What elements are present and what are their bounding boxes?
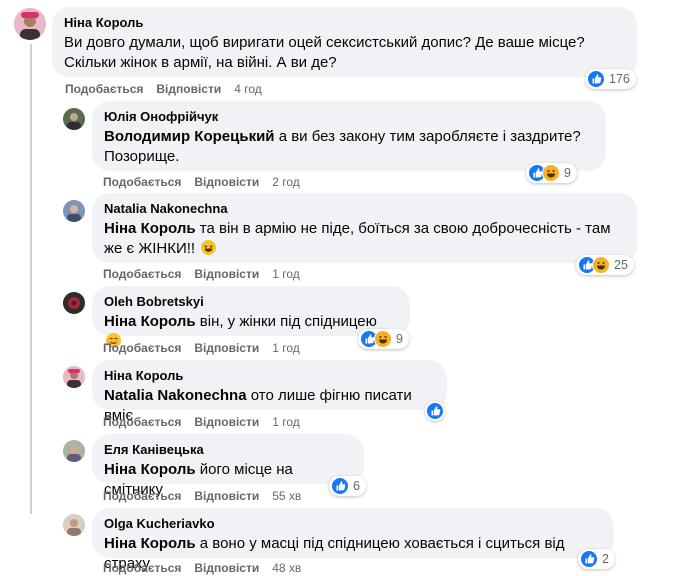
avatar[interactable] xyxy=(63,514,85,536)
comment-author[interactable]: Ніна Король xyxy=(104,368,435,384)
avatar[interactable] xyxy=(63,292,85,314)
reaction-count: 9 xyxy=(564,166,571,180)
comment-bubble: Oleh Bobretskyi Ніна Король він, у жінки… xyxy=(92,286,410,348)
avatar[interactable] xyxy=(14,8,46,40)
comment-text-line: Позорище. xyxy=(104,148,180,165)
comment-timestamp[interactable]: 55 хв xyxy=(272,488,301,504)
comment-bubble: Ніна Король Ви довго думали, щоб виригат… xyxy=(52,7,637,77)
comment-actions: Подобається Відповісти 1 год xyxy=(103,266,313,282)
avatar-image-icon xyxy=(63,366,85,388)
mention-link[interactable]: Ніна Король xyxy=(104,313,196,330)
comment-author[interactable]: Еля Канівецька xyxy=(104,442,352,458)
like-button[interactable]: Подобається xyxy=(65,81,143,97)
mention-link[interactable]: Ніна Король xyxy=(104,220,196,237)
reactions-badge[interactable]: 9 xyxy=(358,329,409,349)
avatar-image-icon xyxy=(63,292,85,314)
reactions-badge[interactable]: 6 xyxy=(329,476,366,496)
like-button[interactable]: Подобається xyxy=(103,560,181,576)
avatar-image-icon xyxy=(63,440,85,462)
reply-button[interactable]: Відповісти xyxy=(194,414,259,430)
comment-timestamp[interactable]: 2 год xyxy=(272,174,300,190)
like-button[interactable]: Подобається xyxy=(103,414,181,430)
laughing-emoji-icon xyxy=(201,240,217,255)
like-reaction-icon xyxy=(580,550,598,568)
avatar-image-icon xyxy=(14,8,46,40)
comment-text-line: Ніна Король та він в армію не піде, боїт… xyxy=(104,220,611,237)
comment-author[interactable]: Olga Kucheriavko xyxy=(104,516,602,532)
comment-timestamp[interactable]: 1 год xyxy=(272,266,300,282)
avatar-image-icon xyxy=(63,514,85,536)
comment-actions: Подобається Відповісти 2 год xyxy=(103,174,313,190)
comment-author[interactable]: Oleh Bobretskyi xyxy=(104,294,398,310)
comment-actions: Подобається Відповісти 1 год xyxy=(103,340,313,356)
like-button[interactable]: Подобається xyxy=(103,174,181,190)
like-button[interactable]: Подобається xyxy=(103,340,181,356)
avatar-image-icon xyxy=(63,108,85,130)
comment-text: Ніна Король та він в армію не піде, боїт… xyxy=(104,219,625,259)
reactions-badge[interactable] xyxy=(425,401,445,421)
reaction-count: 2 xyxy=(602,552,609,566)
comment-actions: Подобається Відповісти 48 хв xyxy=(103,560,314,576)
avatar[interactable] xyxy=(63,200,85,222)
avatar[interactable] xyxy=(63,108,85,130)
reply-button[interactable]: Відповісти xyxy=(194,560,259,576)
avatar[interactable] xyxy=(63,366,85,388)
comment-timestamp[interactable]: 1 год xyxy=(272,340,300,356)
comment-text: Ви довго думали, щоб виригати оцей секси… xyxy=(64,33,625,73)
reaction-count: 9 xyxy=(396,332,403,346)
mention-link[interactable]: Володимир Корецький xyxy=(104,128,275,145)
reply-button[interactable]: Відповісти xyxy=(156,81,221,97)
comment-bubble: Еля Канівецька Ніна Король його місце на… xyxy=(92,434,364,498)
comment-text-line: Володимир Корецький а ви без закону тим … xyxy=(104,128,581,145)
haha-reaction-icon xyxy=(592,256,610,274)
comment-actions: Подобається Відповісти 4 год xyxy=(65,81,275,97)
comment-text: Володимир Корецький а ви без закону тим … xyxy=(104,127,594,167)
reaction-count: 25 xyxy=(614,258,628,272)
comment-bubble: Юлія Онофрійчук Володимир Корецький а ви… xyxy=(92,101,606,171)
comment-bubble: Natalia Nakonechna Ніна Король та він в … xyxy=(92,193,637,263)
comment-text-line: Скільки жінок в армії, на війні. А ви де… xyxy=(64,54,337,71)
comment-actions: Подобається Відповісти 1 год xyxy=(103,414,313,430)
mention-link[interactable]: Ніна Король xyxy=(104,461,196,478)
like-button[interactable]: Подобається xyxy=(103,488,181,504)
comment-bubble: Ніна Король Natalia Nakonechna ото лише … xyxy=(92,360,447,424)
avatar-image-icon xyxy=(63,200,85,222)
reactions-badge[interactable]: 2 xyxy=(578,549,615,569)
comment-author[interactable]: Юлія Онофрійчук xyxy=(104,109,594,125)
comment-actions: Подобається Відповісти 55 хв xyxy=(103,488,314,504)
like-reaction-icon xyxy=(426,402,444,420)
comment-bubble: Olga Kucheriavko Ніна Король а воно у ма… xyxy=(92,508,614,572)
comment-text-line: же є ЖІНКИ!! xyxy=(104,239,625,259)
comment-timestamp[interactable]: 48 хв xyxy=(272,560,301,576)
reply-button[interactable]: Відповісти xyxy=(194,174,259,190)
comment-timestamp[interactable]: 1 год xyxy=(272,414,300,430)
haha-reaction-icon xyxy=(542,164,560,182)
haha-reaction-icon xyxy=(374,330,392,348)
reactions-badge[interactable]: 25 xyxy=(576,255,634,275)
reaction-count: 176 xyxy=(609,72,630,86)
reactions-badge[interactable]: 176 xyxy=(585,69,636,89)
comment-author[interactable]: Natalia Nakonechna xyxy=(104,201,625,217)
comment-timestamp[interactable]: 4 год xyxy=(234,81,262,97)
reply-button[interactable]: Відповісти xyxy=(194,488,259,504)
reply-button[interactable]: Відповісти xyxy=(194,340,259,356)
avatar[interactable] xyxy=(63,440,85,462)
reactions-badge[interactable]: 9 xyxy=(526,163,577,183)
reaction-count: 6 xyxy=(353,479,360,493)
comment-text-line: Ви довго думали, щоб виригати оцей секси… xyxy=(64,34,585,51)
like-reaction-icon xyxy=(587,70,605,88)
comment-author[interactable]: Ніна Король xyxy=(64,15,625,31)
like-reaction-icon xyxy=(331,477,349,495)
mention-link[interactable]: Ніна Король xyxy=(104,535,196,552)
like-button[interactable]: Подобається xyxy=(103,266,181,282)
mention-link[interactable]: Natalia Nakonechna xyxy=(104,387,247,404)
thread-line xyxy=(30,44,32,514)
reply-button[interactable]: Відповісти xyxy=(194,266,259,282)
